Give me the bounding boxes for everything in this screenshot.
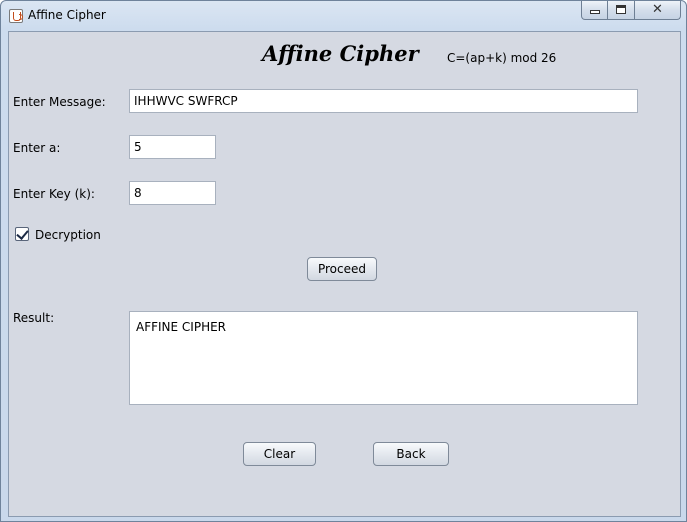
close-icon: ✕ [652,2,663,17]
java-cup-icon [9,9,23,23]
clear-button[interactable]: Clear [243,442,316,466]
decryption-checkbox[interactable] [15,227,29,241]
proceed-button[interactable]: Proceed [307,257,377,281]
back-button[interactable]: Back [373,442,449,466]
a-input[interactable] [129,135,216,159]
formula-label: C=(ap+k) mod 26 [447,51,557,65]
result-label: Result: [13,311,55,325]
message-label: Enter Message: [13,95,106,109]
minimize-icon [590,10,600,14]
key-label: Enter Key (k): [13,187,95,201]
close-button[interactable]: ✕ [635,1,681,20]
maximize-button[interactable] [608,1,635,20]
result-textarea[interactable]: AFFINE CIPHER [129,311,638,405]
minimize-button[interactable] [581,1,608,20]
maximize-icon [616,5,626,14]
a-label: Enter a: [13,141,61,155]
title-bar[interactable]: Affine Cipher ✕ [1,1,686,31]
content-pane: Affine Cipher C=(ap+k) mod 26 Enter Mess… [8,31,681,517]
app-window: Affine Cipher ✕ Affine Cipher C=(ap+k) m… [0,0,687,522]
window-title: Affine Cipher [28,8,106,22]
key-input[interactable] [129,181,216,205]
page-title: Affine Cipher [262,41,419,66]
window-controls: ✕ [581,1,681,20]
decryption-label[interactable]: Decryption [35,228,101,242]
message-input[interactable] [129,89,638,113]
